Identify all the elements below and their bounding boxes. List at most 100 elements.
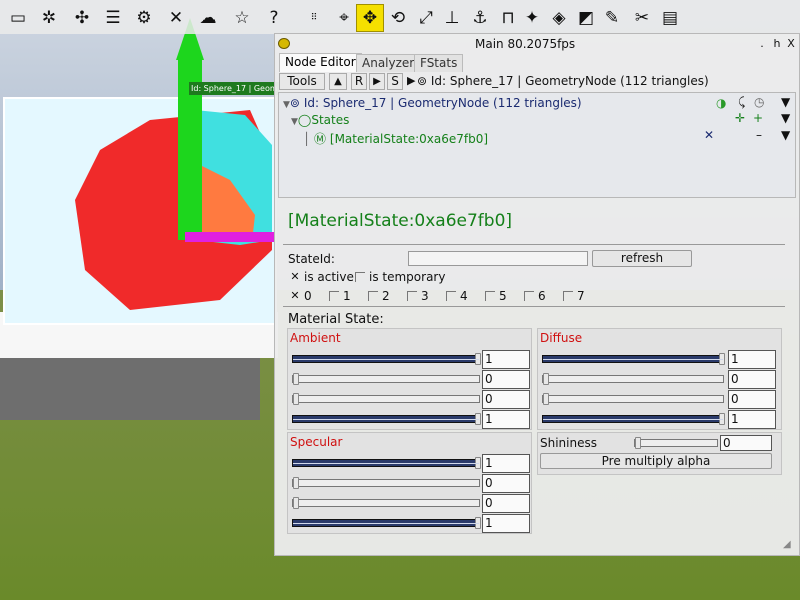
slider-thumb[interactable] (293, 477, 299, 489)
tools-icon[interactable]: ✕ (162, 4, 190, 32)
draw-icon[interactable]: ✎ (598, 4, 626, 32)
is-active-checkbox[interactable]: ✕ is active (290, 270, 353, 284)
shininess-slider[interactable] (634, 437, 718, 449)
tree-row-material[interactable]: │ Ⓜ [MaterialState:0xa6e7fb0] (303, 130, 488, 147)
ambient-a-slider[interactable] (292, 413, 481, 425)
flag-4-checkbox[interactable]: 4 (446, 289, 468, 303)
move-icon[interactable]: ✥ (356, 4, 384, 32)
ambient-g-field[interactable]: 0 (482, 370, 530, 389)
flag-7-checkbox[interactable]: 7 (563, 289, 585, 303)
diffuse-a-field[interactable]: 1 (728, 410, 776, 429)
flag-2-checkbox[interactable]: 2 (368, 289, 390, 303)
stateid-field[interactable] (408, 251, 588, 266)
slider-thumb[interactable] (293, 393, 299, 405)
specular-r-field[interactable]: 1 (482, 454, 530, 473)
close-button[interactable]: X (783, 36, 799, 51)
numpad-icon[interactable]: ⠿ (300, 4, 328, 32)
diffuse-b-field[interactable]: 0 (728, 390, 776, 409)
slider-thumb[interactable] (543, 373, 549, 385)
add-state-icon[interactable]: ✛ (735, 111, 745, 125)
remove-state-icon[interactable]: ✕ (704, 128, 714, 142)
slider-thumb[interactable] (293, 373, 299, 385)
diffuse-g-slider[interactable] (542, 373, 724, 385)
up-button[interactable]: ▲ (329, 73, 347, 90)
s-button[interactable]: S (387, 73, 403, 90)
specular-a-slider[interactable] (292, 517, 481, 529)
resize-grip-icon[interactable]: ◢ (783, 539, 791, 550)
tree-row-states[interactable]: ▼◯States (291, 113, 349, 127)
tree-row-root[interactable]: ▼⊚ Id: Sphere_17 | GeometryNode (112 tri… (283, 96, 582, 110)
specular-g-field[interactable]: 0 (482, 474, 530, 493)
tab-analyzer[interactable]: Analyzer (356, 54, 421, 72)
align-icon[interactable]: ⊥ (438, 4, 466, 32)
cut-icon[interactable]: ✂ (628, 4, 656, 32)
root-menu-icon[interactable]: ▼ (781, 95, 790, 109)
slider-thumb[interactable] (475, 353, 481, 365)
visibility-toggle-icon[interactable]: ◑ (716, 96, 726, 110)
add-icon[interactable]: + (753, 111, 763, 125)
scale-icon[interactable]: ⤢ (412, 4, 440, 32)
diffuse-r-field[interactable]: 1 (728, 350, 776, 369)
ambient-a-field[interactable]: 1 (482, 410, 530, 429)
anchor-icon[interactable]: ⚓ (466, 4, 494, 32)
specular-a-field[interactable]: 1 (482, 514, 530, 533)
ambient-g-slider[interactable] (292, 373, 480, 385)
diffuse-b-slider[interactable] (542, 393, 724, 405)
play-small-icon[interactable]: ▶ (407, 74, 415, 87)
specular-b-field[interactable]: 0 (482, 494, 530, 513)
ambient-r-field[interactable]: 1 (482, 350, 530, 369)
notes-icon[interactable]: ▤ (656, 4, 684, 32)
gear-icon[interactable]: ⚙ (130, 4, 158, 32)
palm-tree-icon[interactable]: ✲ (35, 4, 63, 32)
puzzle-icon[interactable]: ✣ (68, 4, 96, 32)
slider-thumb[interactable] (475, 457, 481, 469)
diffuse-a-slider[interactable] (542, 413, 725, 425)
rotate-icon[interactable]: ⟲ (384, 4, 412, 32)
diffuse-r-slider[interactable] (542, 353, 725, 365)
star-icon[interactable]: ☆ (228, 4, 256, 32)
refresh-button[interactable]: refresh (592, 250, 692, 267)
ambient-b-slider[interactable] (292, 393, 480, 405)
pick-icon[interactable]: ⤹ (738, 95, 745, 110)
shininess-field[interactable]: 0 (720, 435, 772, 451)
flag-6-checkbox[interactable]: 6 (524, 289, 546, 303)
premultiply-alpha-button[interactable]: Pre multiply alpha (540, 453, 772, 469)
ruler-icon[interactable]: ◩ (572, 4, 600, 32)
slider-thumb[interactable] (475, 413, 481, 425)
specular-b-slider[interactable] (292, 497, 480, 509)
pivot-icon[interactable]: ✦ (518, 4, 546, 32)
play-button[interactable]: ▶ (369, 73, 385, 90)
tools-menu-button[interactable]: Tools (279, 73, 325, 90)
slider-thumb[interactable] (719, 413, 725, 425)
help-icon[interactable]: ? (260, 4, 288, 32)
collapse-arrow-icon[interactable]: ▼ (283, 100, 290, 110)
flag-1-checkbox[interactable]: 1 (329, 289, 351, 303)
timer-icon[interactable]: ◷ (754, 95, 764, 109)
collapse-state-icon[interactable]: – (756, 128, 762, 142)
slider-thumb[interactable] (543, 393, 549, 405)
diffuse-g-field[interactable]: 0 (728, 370, 776, 389)
window-titlebar[interactable]: Main 80.2075fps . h X (275, 34, 799, 53)
ambient-r-slider[interactable] (292, 353, 481, 365)
slider-thumb[interactable] (635, 437, 641, 449)
material-menu-icon[interactable]: ▼ (781, 128, 790, 142)
specular-r-slider[interactable] (292, 457, 481, 469)
folder-icon[interactable]: ▭ (4, 4, 32, 32)
r-button[interactable]: R (351, 73, 367, 90)
flag-0-checkbox[interactable]: ✕ 0 (290, 289, 311, 303)
states-menu-icon[interactable]: ▼ (781, 111, 790, 125)
slider-thumb[interactable] (475, 517, 481, 529)
scene-tree[interactable]: ▼⊚ Id: Sphere_17 | GeometryNode (112 tri… (278, 92, 796, 198)
tab-node-editor[interactable]: Node Editor (279, 53, 362, 72)
camera-icon[interactable]: ⌖ (330, 4, 358, 32)
tag-icon[interactable]: ◈ (545, 4, 573, 32)
flag-5-checkbox[interactable]: 5 (485, 289, 507, 303)
weather-icon[interactable]: ☁ (194, 4, 222, 32)
collapse-arrow-icon[interactable]: ▼ (291, 117, 298, 127)
ambient-b-field[interactable]: 0 (482, 390, 530, 409)
minimize-button[interactable]: . (754, 36, 770, 51)
tab-fstats[interactable]: FStats (414, 54, 464, 72)
slider-thumb[interactable] (719, 353, 725, 365)
slider-thumb[interactable] (293, 497, 299, 509)
list-icon[interactable]: ☰ (99, 4, 127, 32)
